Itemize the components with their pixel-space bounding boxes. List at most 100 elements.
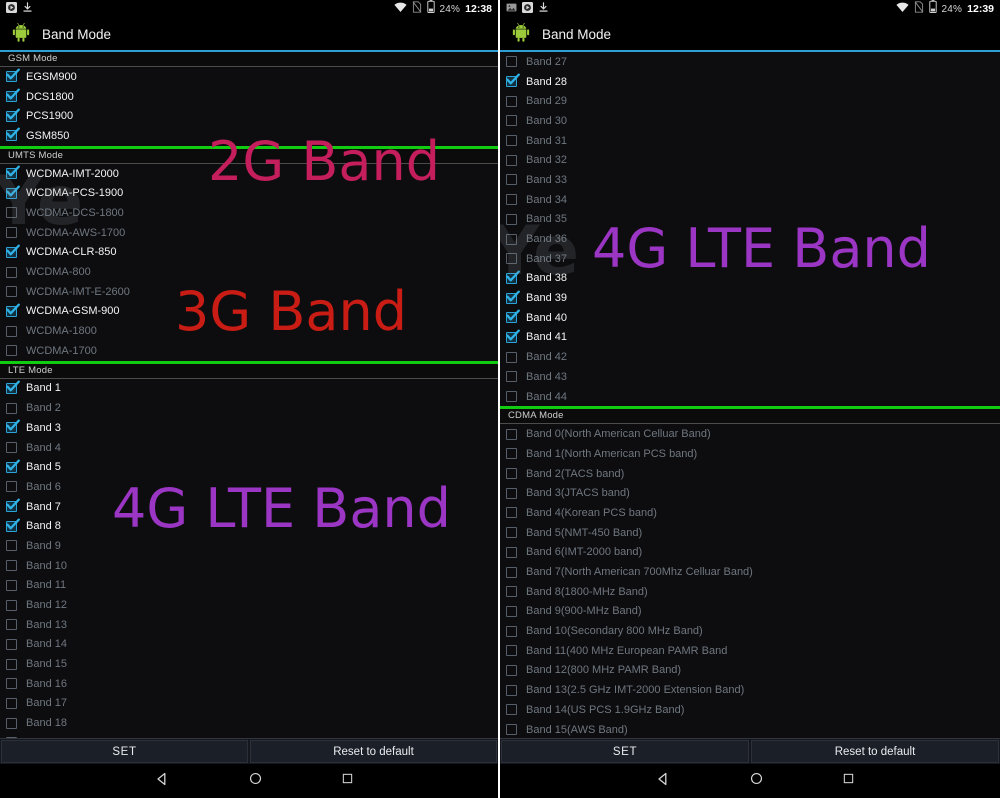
checkbox-checked[interactable] — [506, 290, 520, 304]
checkbox-checked[interactable] — [6, 380, 20, 394]
checkbox-unchecked[interactable] — [506, 351, 517, 363]
band-row[interactable]: Band 32 — [500, 150, 1000, 170]
checkbox-unchecked[interactable] — [506, 428, 517, 440]
band-row[interactable]: GSM850 — [0, 126, 498, 146]
band-row[interactable]: Band 40 — [500, 308, 1000, 328]
back-icon[interactable] — [655, 771, 671, 792]
band-row[interactable]: Band 35 — [500, 210, 1000, 230]
checkbox-unchecked[interactable] — [506, 233, 517, 245]
band-row[interactable]: Band 11(400 MHz European PAMR Band — [500, 641, 1000, 661]
band-row[interactable]: Band 10 — [0, 556, 498, 576]
band-row[interactable]: Band 9(900-MHz Band) — [500, 602, 1000, 622]
band-row[interactable]: Band 15 — [0, 654, 498, 674]
checkbox-unchecked[interactable] — [6, 227, 17, 239]
band-row[interactable]: Band 29 — [500, 91, 1000, 111]
band-row[interactable]: Band 18 — [0, 713, 498, 733]
checkbox-unchecked[interactable] — [6, 599, 17, 611]
checkbox-unchecked[interactable] — [506, 645, 517, 657]
checkbox-unchecked[interactable] — [506, 371, 517, 383]
band-row[interactable]: Band 43 — [500, 367, 1000, 387]
recents-icon[interactable] — [341, 772, 354, 790]
band-row[interactable]: Band 34 — [500, 190, 1000, 210]
checkbox-unchecked[interactable] — [506, 154, 517, 166]
checkbox-checked[interactable] — [6, 68, 20, 83]
band-row[interactable]: Band 19 — [0, 733, 498, 738]
checkbox-unchecked[interactable] — [506, 468, 517, 480]
home-icon[interactable] — [248, 771, 263, 791]
band-row[interactable]: PCS1900 — [0, 106, 498, 126]
band-row[interactable]: Band 17 — [0, 694, 498, 714]
band-row[interactable]: Band 36 — [500, 229, 1000, 249]
checkbox-unchecked[interactable] — [506, 724, 517, 736]
checkbox-unchecked[interactable] — [6, 345, 17, 357]
band-row[interactable]: Band 38 — [500, 269, 1000, 289]
checkbox-checked[interactable] — [6, 498, 20, 513]
band-row[interactable]: WCDMA-DCS-1800 — [0, 203, 498, 223]
checkbox-unchecked[interactable] — [506, 135, 517, 147]
band-row[interactable]: Band 13(2.5 GHz IMT-2000 Extension Band) — [500, 680, 1000, 700]
checkbox-checked[interactable] — [6, 244, 20, 258]
band-row[interactable]: Band 33 — [500, 170, 1000, 190]
checkbox-checked[interactable] — [506, 270, 520, 284]
band-row[interactable]: WCDMA-1800 — [0, 321, 498, 341]
checkbox-unchecked[interactable] — [6, 325, 17, 337]
checkbox-unchecked[interactable] — [6, 540, 17, 552]
band-row[interactable]: WCDMA-CLR-850 — [0, 243, 498, 263]
home-icon[interactable] — [749, 771, 764, 791]
checkbox-checked[interactable] — [6, 518, 20, 532]
checkbox-unchecked[interactable] — [6, 579, 17, 591]
checkbox-checked[interactable] — [6, 108, 20, 122]
band-row[interactable]: Band 3 — [0, 418, 498, 438]
band-row[interactable]: Band 28 — [500, 72, 1000, 92]
checkbox-unchecked[interactable] — [506, 625, 517, 637]
band-row[interactable]: Band 2 — [0, 398, 498, 418]
checkbox-unchecked[interactable] — [6, 619, 17, 631]
band-row[interactable]: Band 15(AWS Band) — [500, 720, 1000, 738]
checkbox-unchecked[interactable] — [6, 697, 17, 709]
band-row[interactable]: WCDMA-800 — [0, 262, 498, 282]
band-row[interactable]: DCS1800 — [0, 87, 498, 107]
band-row[interactable]: Band 13 — [0, 615, 498, 635]
checkbox-checked[interactable] — [506, 73, 520, 88]
checkbox-checked[interactable] — [6, 419, 20, 434]
checkbox-checked[interactable] — [6, 303, 20, 317]
checkbox-checked[interactable] — [6, 459, 20, 473]
checkbox-unchecked[interactable] — [506, 507, 517, 519]
band-row[interactable]: EGSM900 — [0, 67, 498, 87]
set-button[interactable]: SET — [1, 740, 248, 763]
recents-icon[interactable] — [842, 772, 855, 790]
checkbox-unchecked[interactable] — [506, 174, 517, 186]
band-row[interactable]: Band 5(NMT-450 Band) — [500, 523, 1000, 543]
checkbox-unchecked[interactable] — [6, 737, 17, 738]
band-row[interactable]: Band 10(Secondary 800 MHz Band) — [500, 621, 1000, 641]
band-row[interactable]: Band 7(North American 700Mhz Celluar Ban… — [500, 562, 1000, 582]
band-row[interactable]: WCDMA-AWS-1700 — [0, 223, 498, 243]
checkbox-unchecked[interactable] — [6, 481, 17, 493]
checkbox-unchecked[interactable] — [6, 678, 17, 690]
checkbox-unchecked[interactable] — [506, 391, 517, 403]
band-row[interactable]: Band 1 — [0, 379, 498, 399]
checkbox-checked[interactable] — [506, 329, 520, 343]
checkbox-unchecked[interactable] — [6, 442, 17, 454]
band-row[interactable]: Band 3(JTACS band) — [500, 483, 1000, 503]
band-row[interactable]: Band 14 — [0, 635, 498, 655]
checkbox-unchecked[interactable] — [506, 704, 517, 716]
reset-to-default-button[interactable]: Reset to default — [751, 740, 999, 763]
checkbox-unchecked[interactable] — [506, 448, 517, 460]
band-row[interactable]: Band 30 — [500, 111, 1000, 131]
band-row[interactable]: Band 5 — [0, 457, 498, 477]
band-row[interactable]: Band 12(800 MHz PAMR Band) — [500, 661, 1000, 681]
checkbox-unchecked[interactable] — [6, 207, 17, 219]
checkbox-unchecked[interactable] — [6, 658, 17, 670]
band-row[interactable]: Band 7 — [0, 497, 498, 517]
checkbox-unchecked[interactable] — [506, 605, 517, 617]
checkbox-unchecked[interactable] — [6, 638, 17, 650]
band-list-scroll-area[interactable]: GSM Mode EGSM900 DCS1800 PCS1900 GSM850 UMTS … — [0, 52, 498, 738]
set-button[interactable]: SET — [501, 740, 749, 763]
checkbox-unchecked[interactable] — [506, 56, 517, 68]
checkbox-checked[interactable] — [506, 309, 520, 324]
band-row[interactable]: Band 14(US PCS 1.9GHz Band) — [500, 700, 1000, 720]
back-icon[interactable] — [154, 771, 170, 792]
checkbox-unchecked[interactable] — [506, 95, 517, 107]
checkbox-unchecked[interactable] — [506, 684, 517, 696]
